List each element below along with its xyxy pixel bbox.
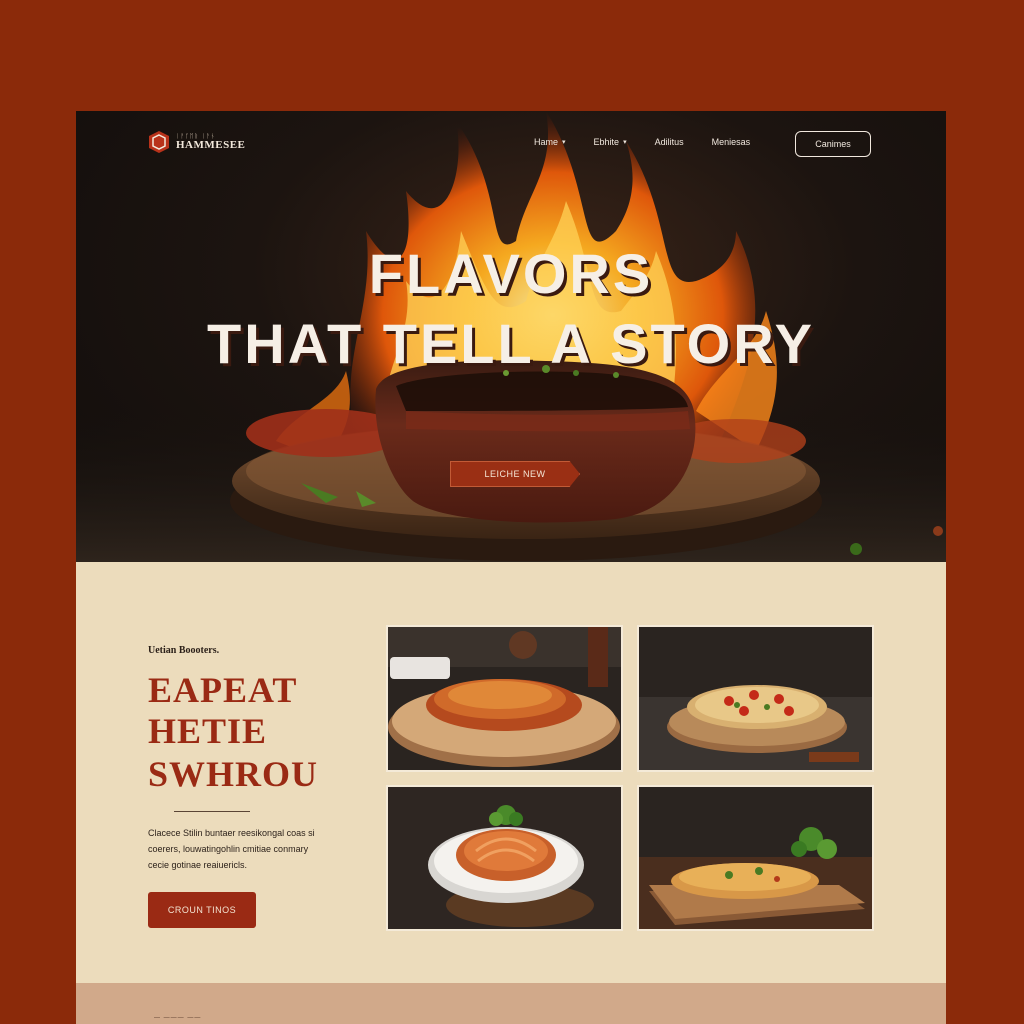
section-body-line-1: Clacece Stilin buntaer reesikongal coas … — [148, 828, 315, 838]
nav-item-meniesas[interactable]: Meniesas — [712, 137, 751, 147]
section-eyebrow: Uetian Boooters. — [148, 645, 220, 656]
hero-title-line-2: THAT TELL A STORY — [207, 312, 815, 375]
brand-logo[interactable]: ᛁᚨᚴᛖᚱ ᛁᚨᚾ HAMMESEE — [148, 130, 245, 154]
nav-item-label: Ebhite — [593, 137, 620, 147]
hero-section: ᛁᚨᚴᛖᚱ ᛁᚨᚾ HAMMESEE Hame ▾ Ebhite ▾ Adili… — [76, 111, 946, 562]
nav-links: Hame ▾ Ebhite ▾ Adilitus Meniesas — [534, 137, 778, 147]
gallery-tile-spaghetti[interactable] — [386, 785, 623, 931]
nav-item-label: Meniesas — [711, 137, 751, 147]
spaghetti-image — [388, 787, 621, 929]
section-body-line-3: cecie gotinae reaiuericls. — [148, 860, 248, 870]
gallery-tile-pizza[interactable] — [637, 625, 874, 772]
nav-cta-button[interactable]: Canimes — [795, 131, 871, 157]
gallery-tile-pasta-bowl[interactable] — [386, 625, 623, 772]
pizza-image — [639, 627, 872, 770]
headline-divider — [174, 811, 250, 812]
hero-cta-button[interactable]: LEICHE NEW — [450, 461, 580, 487]
footer-band: — ——— —— — [76, 983, 946, 1024]
chevron-down-icon: ▾ — [562, 139, 566, 146]
hero-title-line-1: FLAVORS — [368, 242, 654, 305]
nav-item-adilitus[interactable]: Adilitus — [655, 137, 684, 147]
brand-name: HAMMESEE — [176, 138, 246, 151]
section-headline-line-1: EAPEAT — [148, 670, 298, 710]
section-headline-line-2: HETIE — [148, 711, 268, 751]
footer-text: — ——— —— — [154, 1015, 202, 1021]
section-body-line-2: coerers, louwatingohlin cmitiae conmary — [148, 844, 309, 854]
top-nav: ᛁᚨᚴᛖᚱ ᛁᚨᚾ HAMMESEE Hame ▾ Ebhite ▾ Adili… — [76, 111, 946, 175]
gallery-tile-flatbread[interactable] — [637, 785, 874, 931]
nav-item-label: Adilitus — [654, 137, 684, 147]
logo-shield-icon — [148, 130, 170, 154]
nav-item-label: Hame — [534, 137, 559, 147]
section-cta-button[interactable]: CROUN TINOS — [148, 892, 256, 928]
nav-item-hame[interactable]: Hame ▾ — [534, 137, 566, 147]
pasta-bowl-image — [388, 627, 621, 770]
chevron-down-icon: ▾ — [623, 139, 627, 146]
landing-page: ᛁᚨᚴᛖᚱ ᛁᚨᚾ HAMMESEE Hame ▾ Ebhite ▾ Adili… — [76, 111, 946, 1024]
nav-item-ebhite[interactable]: Ebhite ▾ — [594, 137, 627, 147]
flatbread-image — [639, 787, 872, 929]
section-headline-line-3: SWHROU — [148, 754, 319, 794]
